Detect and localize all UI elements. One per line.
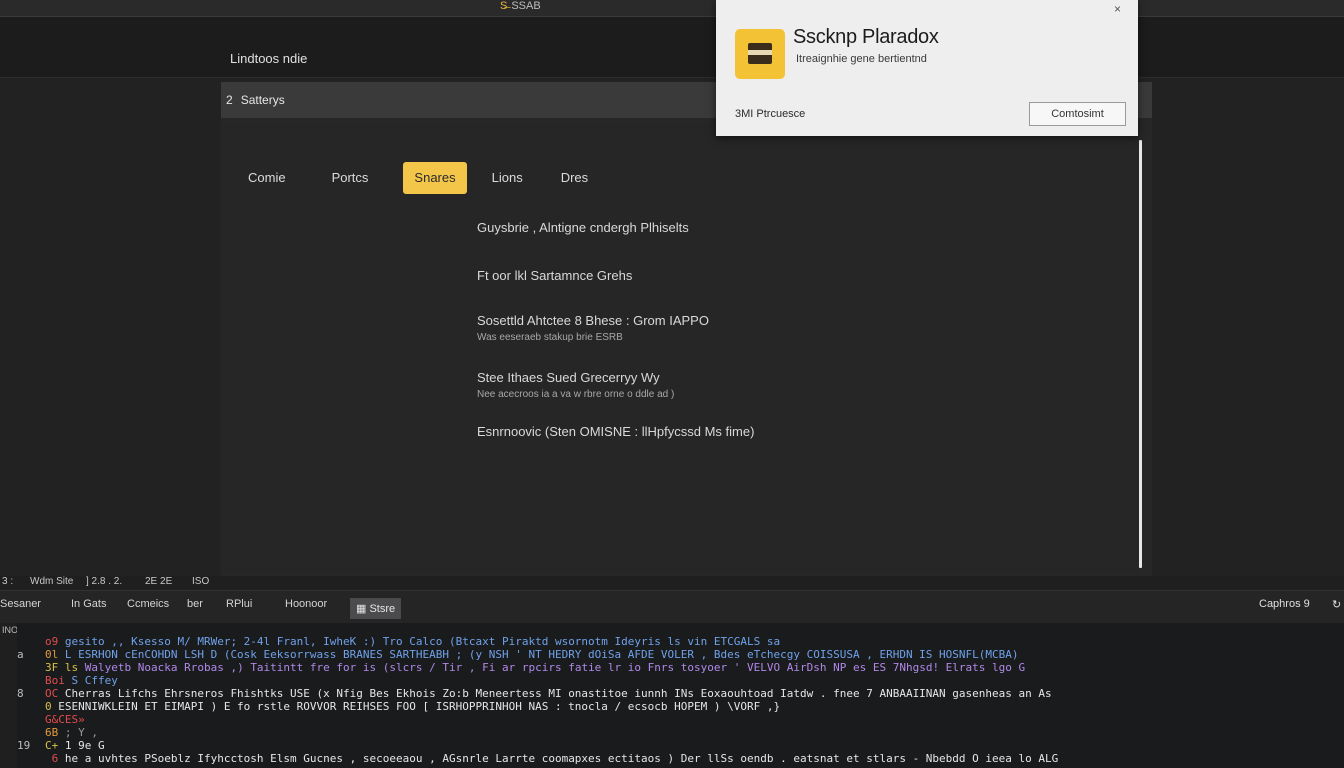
option-item[interactable]: Guysbrie , Alntigne cndergh Plhiselts [477,220,689,235]
app-box-icon [735,29,785,79]
tab-comie[interactable]: Comie [248,162,297,194]
terminal-text: G&CES» [45,713,85,726]
option-item[interactable]: Esnrnoovic (Sten OMISNE : llHpfycssd Ms … [477,424,754,439]
top-bar: S̶ SSAB [0,0,1344,17]
option-label: Sosettld Ahtctee 8 Bhese : Grom IAPPO [477,313,709,328]
terminal-tab[interactable]: RPlui [226,598,252,610]
terminal-tab[interactable]: Hoonoor [285,598,327,610]
terminal-tab[interactable]: Ccmeics [127,598,169,610]
option-description: Nee acecroos ia a va w rbre orne o ddle … [477,389,675,400]
settings-title: Satterys [240,93,285,107]
terminal-output[interactable]: o9 gesito ,, Ksesso M/ MRWer; 2-4l Franl… [17,623,1344,768]
terminal-text: 3F ls [45,661,85,674]
line-number: a [17,648,24,661]
terminal-tabs: Sesaner In Gats Ccmeics ber RPlui Hoonoo… [0,590,1344,623]
tab-lions[interactable]: Lions [481,162,534,194]
terminal-line: 3F ls Walyetb Noacka Rrobas ,) Taitintt … [17,661,1025,674]
terminal-tab-active[interactable]: ▦ Stsre [350,598,402,619]
terminal-line: o9 gesito ,, Ksesso M/ MRWer; 2-4l Franl… [17,635,780,648]
scrollbar[interactable] [1139,140,1142,568]
tab-dres[interactable]: Dres [550,162,599,194]
terminal-text: 0 [45,700,59,713]
option-label: Stee Ithaes Sued Grecerryy Wy [477,370,660,385]
line-number: 19 [17,739,31,752]
terminal-text: OC [45,687,65,700]
terminal-text: 6 [45,752,65,765]
tab-portcs[interactable]: Portcs [321,162,380,194]
app-name: SSAB [511,0,541,12]
option-label: Ft oor lkl Sartamnce Grehs [477,268,633,283]
options-count: 9 [1303,598,1310,610]
settings-number: 2 [226,93,233,107]
app-logo-icon: S̶ [500,0,508,12]
terminal-tab[interactable]: Sesaner [0,598,41,610]
terminal-text: L ESRHON cEnCOHDN LSH D (Cosk Eeksorrwas… [64,648,1019,661]
line-number: 8 [17,687,24,700]
notification-popup: × Sscknp Plaradox Itreaignhie gene berti… [716,0,1138,136]
terminal-text: 1 9e G [64,739,105,752]
tab-snares[interactable]: Snares [403,162,467,194]
option-item[interactable]: Stee Ithaes Sued Grecerryy Wy Nee acecro… [477,370,674,400]
refresh-icon[interactable]: ↻ [1332,598,1341,611]
terminal-text: gesito ,, Ksesso M/ MRWer; 2-4l Franl, I… [64,635,781,648]
active-tab-label: Stsre [369,603,396,615]
terminal-text: ESENNIWKLEIN ET EIMAPI ) E fo rstle ROVV… [58,700,781,713]
terminal-text: C+ [45,739,65,752]
status-item: ] 2.8 . 2. [86,576,123,587]
terminal-text: he a uvhtes PSoeblz Ifyhcctosh Elsm Gucn… [64,752,1059,765]
terminal-text: 6B [45,726,65,739]
terminal-text: Walyetb Noacka Rrobas ,) Taitintt fre fo… [84,661,1026,674]
status-item: 2E 2E [145,576,173,587]
terminal-line: G&CES» [17,713,85,726]
terminal-line: a 0l L ESRHON cEnCOHDN LSH D (Cosk Eeksor… [17,648,1019,661]
option-item[interactable]: Sosettld Ahtctee 8 Bhese : Grom IAPPO Wa… [477,313,709,343]
notification-footer: 3MI Ptrcuesce [735,108,806,120]
terminal-text: 0l [45,648,65,661]
terminal-tab[interactable]: In Gats [71,598,106,610]
options-label: Caphros [1259,598,1301,610]
confirm-button[interactable]: Comtosimt [1029,102,1126,126]
header-bar [0,17,1344,78]
app-title: S̶ SSAB [500,0,541,12]
status-item: ISO [192,576,210,587]
terminal-text: Cherras Lifchs Ehrsneros Fhishtks USE (x… [64,687,1052,700]
terminal-line: 8 OC Cherras Lifchs Ehrsneros Fhishtks US… [17,687,1052,700]
terminal-line: Boi S Cffey [17,674,118,687]
terminal-text: o9 [45,635,65,648]
option-item[interactable]: Ft oor lkl Sartamnce Grehs [477,268,632,283]
close-icon[interactable]: × [1114,2,1121,16]
option-label: Guysbrie , Alntigne cndergh Plhiselts [477,220,689,235]
option-label: Esnrnoovic (Sten OMISNE : llHpfycssd Ms … [477,424,755,439]
terminal-line: 6B ; Y , [17,726,98,739]
status-item: Wdm Site [30,576,74,587]
tab-icon: ▦ [356,603,370,615]
terminal-options[interactable]: Caphros 9 [1259,598,1310,610]
terminal-text: S Cffey [71,674,118,687]
notification-title: Sscknp Plaradox [793,26,939,48]
terminal-tab[interactable]: ber [187,598,203,610]
terminal-text: Boi [45,674,72,687]
notification-body: Itreaignhie gene bertientnd [796,53,927,65]
terminal-text: ; Y , [64,726,98,739]
status-line: 3 : Wdm Site ] 2.8 . 2. 2E 2E ISO [0,576,1344,590]
option-description: Was eeseraeb stakup brie ESRB [477,332,623,343]
status-item: 3 : [2,576,14,587]
terminal-line: 0 ESENNIWKLEIN ET EIMAPI ) E fo rstle RO… [17,700,780,713]
terminal-line: 19 C+ 1 9e G [17,739,105,752]
settings-tabs: Comie Portcs Snares Lions Dres [248,162,599,194]
page-title: Lindtoos ndie [230,51,308,66]
terminal-line: 6 he a uvhtes PSoeblz Ifyhcctosh Elsm Gu… [17,752,1059,765]
